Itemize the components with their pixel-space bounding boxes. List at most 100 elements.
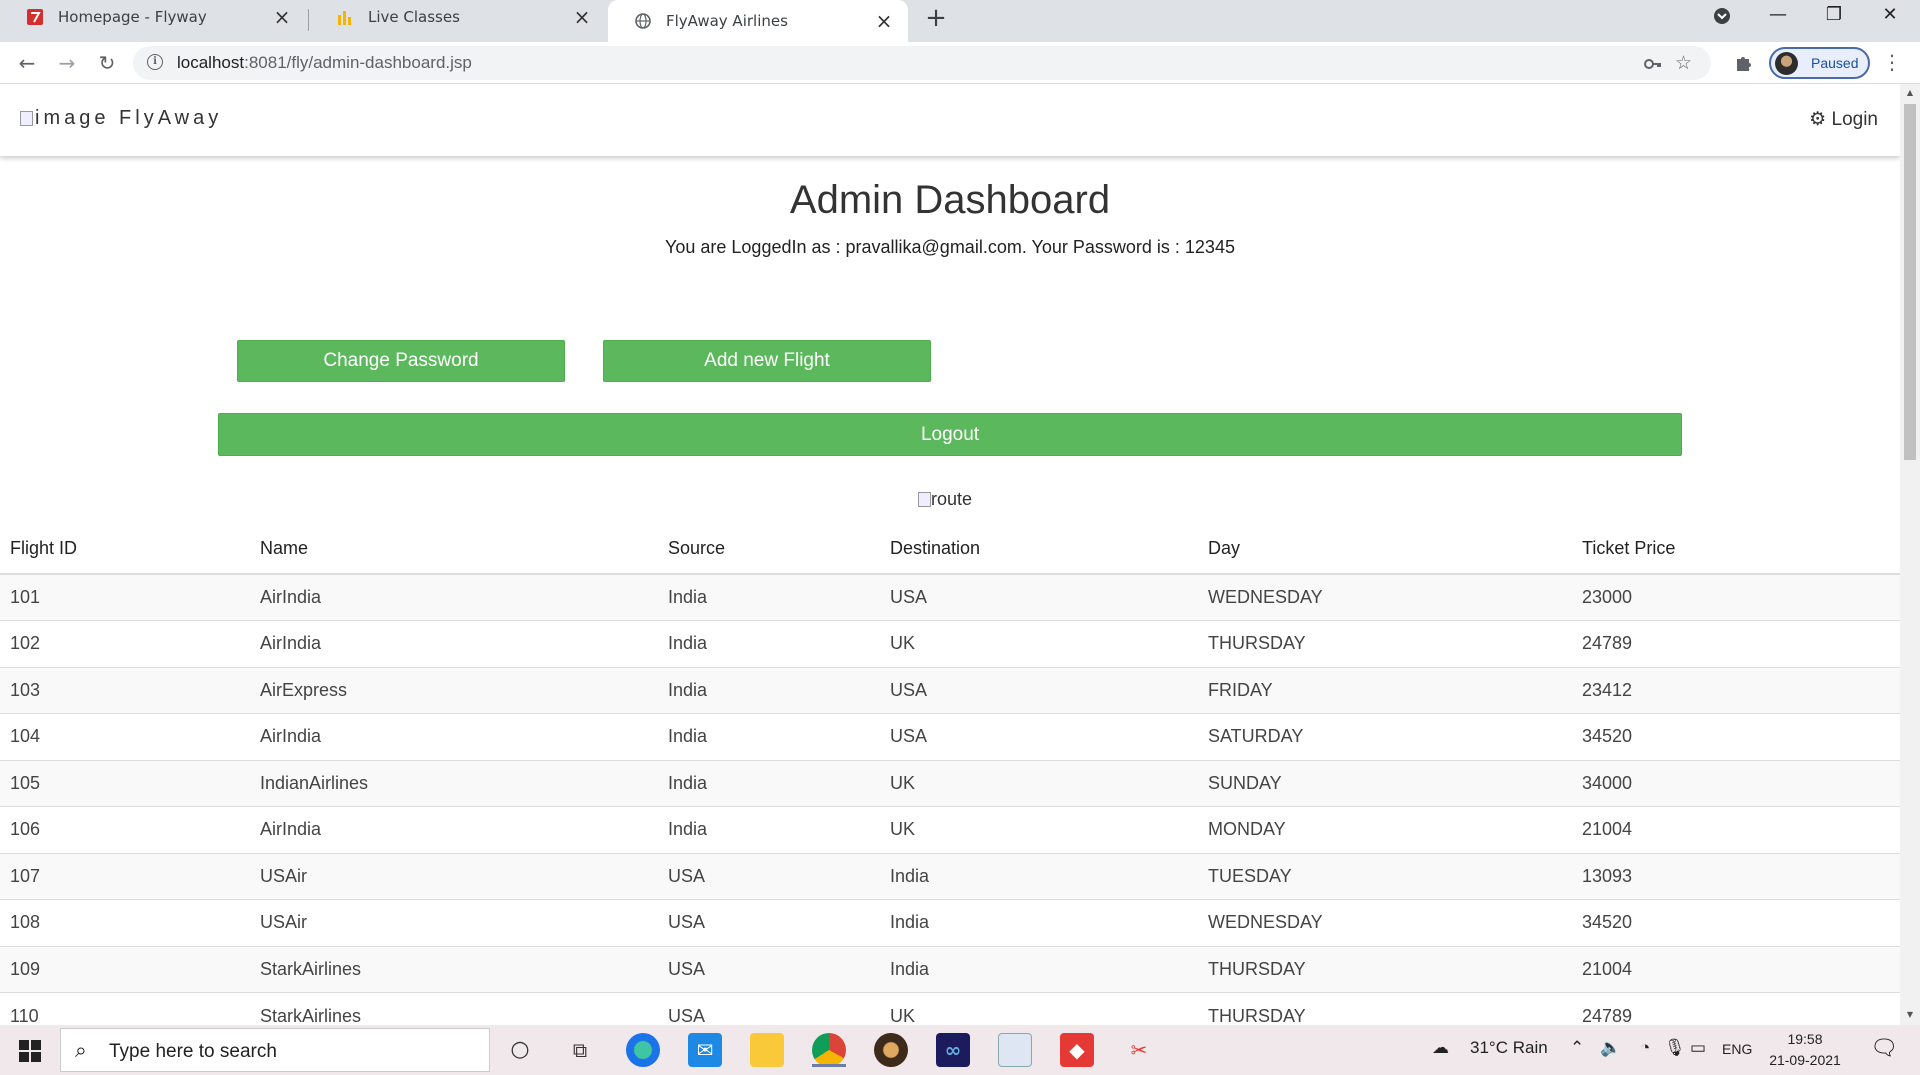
network-icon[interactable]: ◔ — [1640, 1038, 1650, 1058]
clock-time: 19:58 — [1787, 1031, 1823, 1047]
tab-search-icon[interactable] — [1694, 0, 1750, 32]
cell-ticket-price: 13093 — [1572, 852, 1900, 900]
extensions-puzzle-icon[interactable] — [1730, 49, 1758, 77]
weather-text[interactable]: 31°C Rain — [1470, 1038, 1548, 1058]
taskbar-search-box[interactable]: ⌕ Type here to search — [60, 1028, 490, 1072]
cell-name: AirIndia — [250, 620, 658, 667]
add-new-flight-button[interactable]: Add new Flight — [603, 340, 931, 382]
cell-ticket-price: 23000 — [1572, 573, 1900, 621]
tab-label: FlyAway Airlines — [666, 12, 788, 30]
login-link[interactable]: ⚙ Login — [1809, 108, 1878, 131]
cell-ticket-price: 34000 — [1572, 759, 1900, 807]
gear-icon: ⚙ — [1809, 109, 1827, 130]
speaker-icon[interactable]: 🔈 — [1600, 1038, 1621, 1058]
cell-source: USA — [658, 992, 880, 1025]
page-scrollbar[interactable]: ▲ ▼ — [1900, 84, 1920, 1025]
scrollbar-thumb[interactable] — [1904, 104, 1916, 460]
address-bar[interactable]: i localhost:8081/fly/admin-dashboard.jsp… — [133, 46, 1711, 80]
logout-button[interactable]: Logout — [218, 413, 1682, 456]
back-icon[interactable]: ← — [13, 49, 41, 77]
cell-day: MONDAY — [1198, 806, 1572, 853]
chevron-up-icon[interactable]: ⌃ — [1570, 1038, 1584, 1058]
language-indicator[interactable]: ENG — [1722, 1041, 1752, 1057]
minimize-icon[interactable]: — — [1750, 0, 1806, 32]
cell-day: WEDNESDAY — [1198, 573, 1572, 621]
new-tab-button[interactable]: + — [921, 3, 951, 33]
cell-flight-id: 107 — [0, 852, 250, 900]
cell-day: TUESDAY — [1198, 852, 1572, 900]
cell-flight-id: 109 — [0, 945, 250, 993]
app-globe-icon[interactable] — [874, 1033, 908, 1067]
close-tab-icon[interactable]: × — [874, 11, 894, 31]
key-icon[interactable] — [1643, 52, 1663, 79]
header-name: Name — [250, 524, 658, 575]
windows-taskbar: ⌕ Type here to search ○ ⧉ ✉ ∞ ◆ ✂ ☁ 31°C… — [0, 1025, 1920, 1075]
table-row: 103 AirExpress India USA FRIDAY 23412 — [0, 666, 1900, 714]
cell-destination: USA — [880, 713, 1198, 760]
page-title: Admin Dashboard — [789, 178, 1111, 222]
search-placeholder: Type here to search — [109, 1041, 277, 1062]
globe-icon — [634, 12, 652, 30]
webex-icon[interactable]: ∞ — [936, 1033, 970, 1067]
tab-label: Live Classes — [368, 8, 460, 26]
file-explorer-icon[interactable] — [750, 1033, 784, 1067]
cell-flight-id: 104 — [0, 713, 250, 760]
cortana-icon[interactable]: ○ — [503, 1033, 537, 1067]
cell-ticket-price: 21004 — [1572, 945, 1900, 993]
table-header-row: Flight ID Name Source Destination Day Ti… — [0, 524, 1900, 575]
header-day: Day — [1198, 524, 1572, 575]
tab-flyaway-airlines[interactable]: FlyAway Airlines × — [608, 0, 908, 42]
site-info-icon[interactable]: i — [147, 54, 163, 70]
reload-icon[interactable]: ↻ — [93, 49, 121, 77]
git-tool-icon[interactable]: ◆ — [1060, 1033, 1094, 1067]
cell-source: India — [658, 713, 880, 760]
table-row: 102 AirIndia India UK THURSDAY 24789 — [0, 620, 1900, 667]
close-tab-icon[interactable]: × — [572, 7, 592, 27]
profile-button[interactable]: Paused — [1769, 47, 1870, 79]
tab-homepage-flyway[interactable]: Homepage - Flyway × — [0, 0, 306, 34]
mail-icon[interactable]: ✉ — [688, 1033, 722, 1067]
snipping-tool-icon[interactable]: ✂ — [1122, 1033, 1156, 1067]
cell-destination: USA — [880, 573, 1198, 621]
close-window-icon[interactable]: ✕ — [1862, 0, 1918, 32]
cell-ticket-price: 23412 — [1572, 666, 1900, 714]
tab-live-classes[interactable]: Live Classes × — [310, 0, 606, 34]
browser-menu-icon[interactable]: ⋮ — [1882, 50, 1902, 74]
notifications-icon[interactable]: 🗨 — [1870, 1035, 1898, 1061]
table-row: 105 IndianAirlines India UK SUNDAY 34000 — [0, 759, 1900, 807]
scroll-down-icon[interactable]: ▼ — [1905, 1010, 1915, 1019]
microphone-icon[interactable]: 🎙 — [1664, 1038, 1686, 1058]
cell-destination: USA — [880, 666, 1198, 714]
cell-day: THURSDAY — [1198, 992, 1572, 1025]
header-source: Source — [658, 524, 880, 575]
windows-start-icon[interactable] — [0, 1025, 60, 1075]
cell-name: AirExpress — [250, 666, 658, 714]
cell-day: SATURDAY — [1198, 713, 1572, 760]
scroll-up-icon[interactable]: ▲ — [1905, 88, 1915, 97]
weather-icon[interactable]: ☁ — [1432, 1038, 1449, 1058]
cell-ticket-price: 21004 — [1572, 806, 1900, 853]
cell-flight-id: 102 — [0, 620, 250, 667]
image-viewer-icon[interactable] — [998, 1033, 1032, 1067]
bar-chart-icon — [336, 8, 354, 26]
restore-icon[interactable]: ❐ — [1806, 0, 1862, 32]
system-clock[interactable]: 19:58 21-09-2021 — [1764, 1029, 1846, 1071]
bookmark-star-icon[interactable]: ☆ — [1675, 52, 1692, 74]
battery-icon[interactable]: ▭ — [1690, 1038, 1706, 1058]
brand-image-alt: image — [35, 107, 110, 129]
cell-destination: UK — [880, 992, 1198, 1025]
cell-destination: UK — [880, 620, 1198, 667]
login-label: Login — [1831, 109, 1879, 130]
cell-destination: UK — [880, 806, 1198, 853]
cell-destination: India — [880, 945, 1198, 993]
active-app-indicator — [812, 1064, 846, 1067]
task-view-icon[interactable]: ⧉ — [563, 1033, 597, 1067]
change-password-button[interactable]: Change Password — [237, 340, 565, 382]
cell-source: India — [658, 666, 880, 714]
edge-browser-icon[interactable] — [626, 1033, 660, 1067]
chrome-browser-icon[interactable] — [812, 1033, 846, 1067]
flights-table: Flight ID Name Source Destination Day Ti… — [0, 524, 1900, 1025]
close-tab-icon[interactable]: × — [272, 7, 292, 27]
forward-icon[interactable]: → — [53, 49, 81, 77]
brand-link[interactable]: image FlyAway — [20, 107, 222, 130]
